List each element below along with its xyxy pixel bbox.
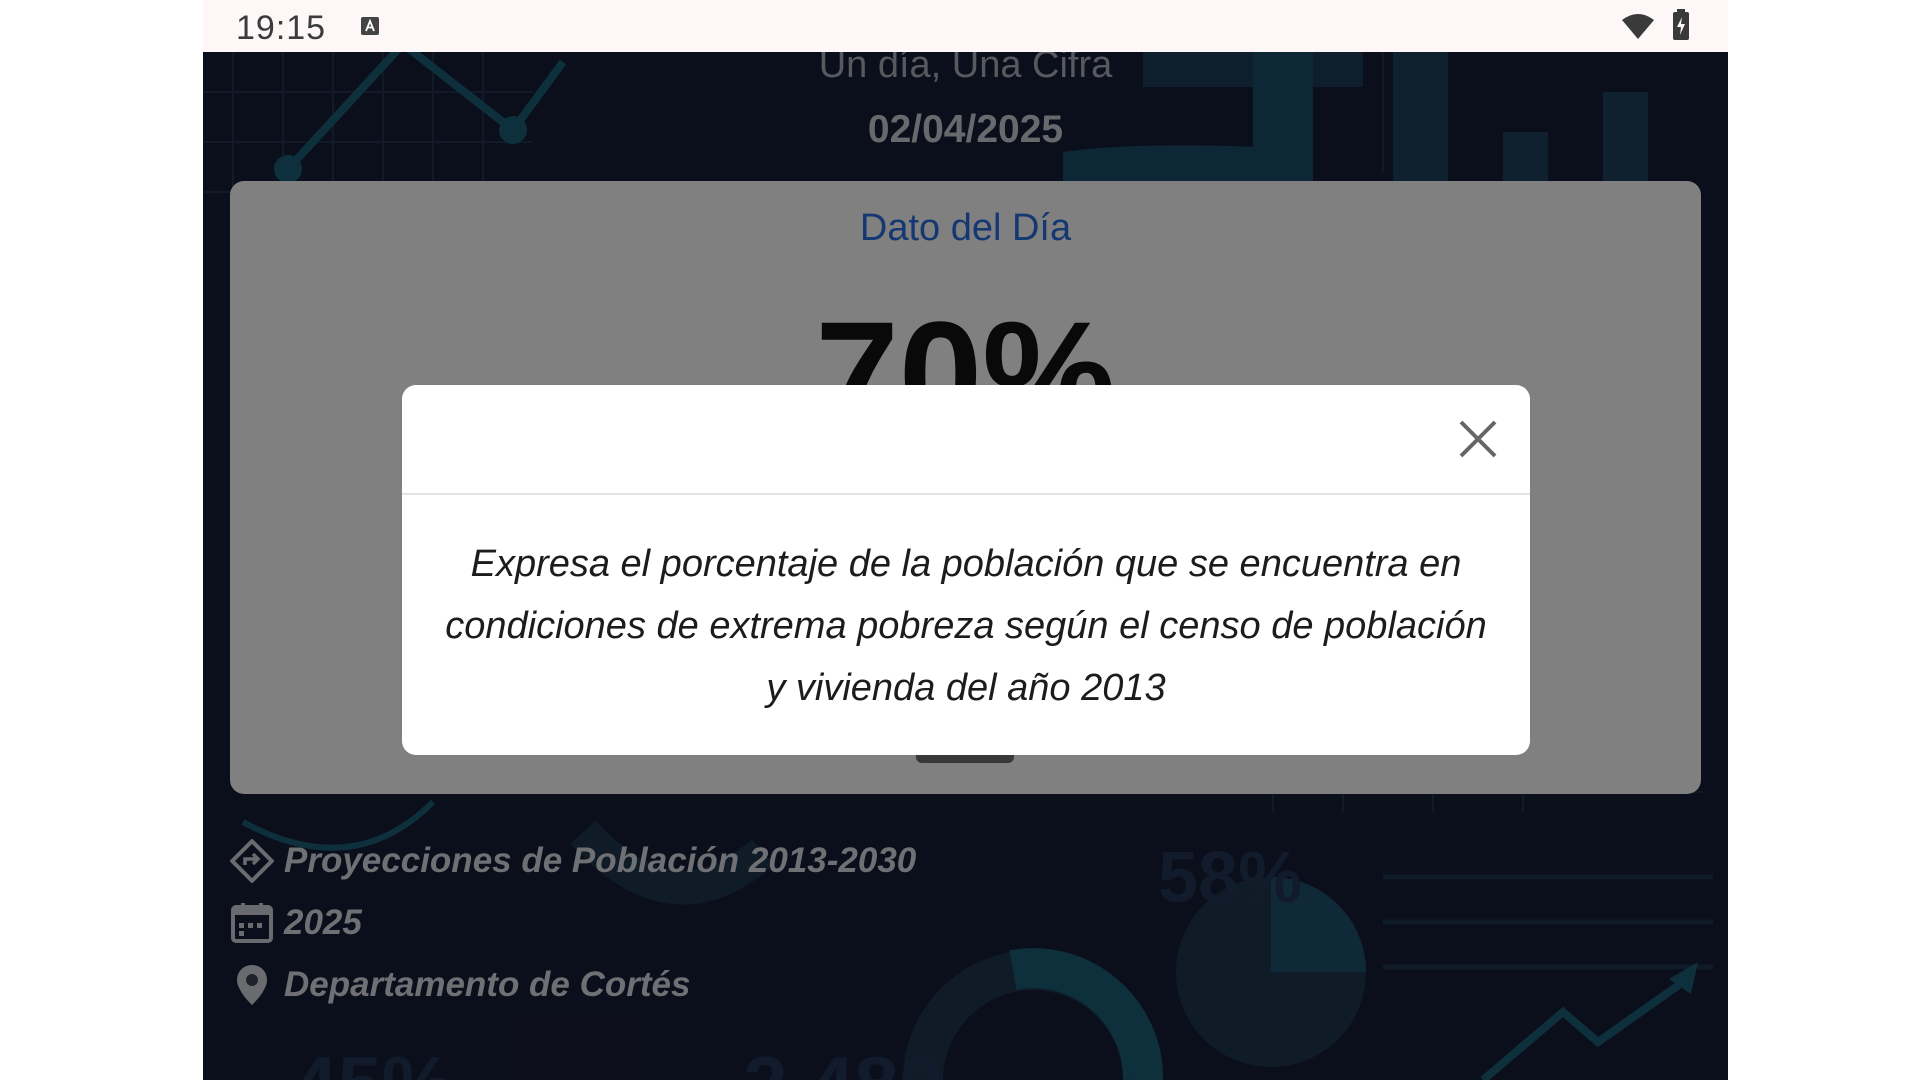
dialog-description: Expresa el porcentaje de la población qu… (445, 543, 1487, 709)
wifi-icon (1622, 14, 1654, 39)
app-screen: 19:15 58% Un día, Una Cifra 02/04/2025 D… (203, 0, 1728, 1080)
status-time: 19:15 (236, 9, 327, 47)
info-dialog: Expresa el porcentaje de la población qu… (402, 385, 1530, 755)
keyboard-a-icon (361, 17, 379, 35)
close-icon[interactable] (1456, 417, 1500, 461)
status-bar: 19:15 (203, 0, 1728, 52)
dialog-header (402, 385, 1530, 495)
battery-charging-icon (1673, 9, 1689, 40)
